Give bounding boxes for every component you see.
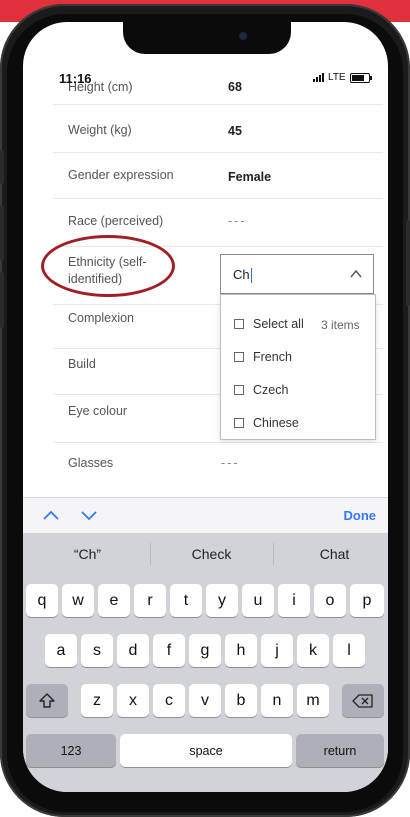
combobox-text: Ch bbox=[233, 267, 252, 284]
next-field-icon[interactable] bbox=[80, 508, 98, 522]
ethnicity-combobox-input[interactable]: Ch bbox=[220, 254, 374, 294]
network-label: LTE bbox=[328, 72, 346, 83]
highlight-circle bbox=[41, 235, 175, 297]
key-o[interactable]: o bbox=[314, 584, 346, 617]
glasses-value[interactable]: --- bbox=[221, 456, 240, 470]
key-s[interactable]: s bbox=[81, 634, 113, 667]
option-chinese[interactable]: Chinese bbox=[234, 416, 299, 430]
shift-key[interactable] bbox=[26, 684, 68, 717]
select-all-label: Select all bbox=[253, 317, 304, 331]
key-r[interactable]: r bbox=[134, 584, 166, 617]
status-indicators: LTE bbox=[313, 72, 372, 83]
ethnicity-dropdown-list: Select all 3 items French Czech Chinese bbox=[220, 294, 376, 440]
battery-icon bbox=[349, 72, 372, 83]
weight-value[interactable]: 45 bbox=[228, 124, 242, 138]
checkbox-french[interactable] bbox=[234, 352, 244, 362]
option-french[interactable]: French bbox=[234, 350, 292, 364]
suggestion-ch[interactable]: “Ch” bbox=[27, 533, 148, 575]
key-v[interactable]: v bbox=[189, 684, 221, 717]
key-d[interactable]: d bbox=[117, 634, 149, 667]
checkbox-czech[interactable] bbox=[234, 385, 244, 395]
return-key[interactable]: return bbox=[296, 734, 384, 767]
complexion-label: Complexion bbox=[68, 311, 135, 325]
eye-colour-label: Eye colour bbox=[68, 404, 128, 418]
signal-icon bbox=[313, 73, 324, 82]
gender-expression-label: Gender expression bbox=[68, 168, 174, 182]
key-x[interactable]: x bbox=[117, 684, 149, 717]
previous-field-icon[interactable] bbox=[42, 508, 60, 522]
key-l[interactable]: l bbox=[333, 634, 365, 667]
backspace-key[interactable] bbox=[342, 684, 384, 717]
checkbox-select-all[interactable] bbox=[234, 319, 244, 329]
chevron-up-icon[interactable] bbox=[349, 267, 363, 281]
race-label: Race (perceived) bbox=[68, 214, 164, 228]
items-count: 3 items bbox=[321, 318, 360, 332]
option-label: Czech bbox=[253, 383, 289, 397]
key-i[interactable]: i bbox=[278, 584, 310, 617]
done-button[interactable]: Done bbox=[344, 508, 377, 523]
key-h[interactable]: h bbox=[225, 634, 257, 667]
key-c[interactable]: c bbox=[153, 684, 185, 717]
notch bbox=[123, 22, 291, 54]
shift-icon bbox=[39, 692, 55, 708]
key-f[interactable]: f bbox=[153, 634, 185, 667]
checkbox-chinese[interactable] bbox=[234, 418, 244, 428]
mute-switch bbox=[0, 150, 4, 184]
glasses-row: Glasses --- bbox=[53, 442, 383, 492]
backspace-icon bbox=[352, 693, 373, 708]
height-value[interactable]: 68 bbox=[228, 80, 242, 94]
build-label: Build bbox=[68, 357, 96, 371]
suggestion-chat[interactable]: Chat bbox=[274, 533, 388, 575]
key-n[interactable]: n bbox=[261, 684, 293, 717]
race-value[interactable]: --- bbox=[228, 214, 247, 228]
key-u[interactable]: u bbox=[242, 584, 274, 617]
key-g[interactable]: g bbox=[189, 634, 221, 667]
phone-screen: Height (cm) 68 Weight (kg) 45 Gender exp… bbox=[23, 22, 388, 792]
gender-expression-value[interactable]: Female bbox=[228, 170, 271, 184]
key-y[interactable]: y bbox=[206, 584, 238, 617]
option-czech[interactable]: Czech bbox=[234, 383, 288, 397]
numbers-key[interactable]: 123 bbox=[26, 734, 116, 767]
key-t[interactable]: t bbox=[170, 584, 202, 617]
glasses-label: Glasses bbox=[68, 456, 114, 470]
keyboard-accessory-bar: Done bbox=[23, 497, 388, 534]
key-p[interactable]: p bbox=[350, 584, 384, 617]
option-label: French bbox=[253, 350, 292, 364]
volume-down-button bbox=[0, 272, 4, 328]
space-key[interactable]: space bbox=[120, 734, 292, 767]
weight-row: Weight (kg) 45 bbox=[53, 104, 383, 153]
key-z[interactable]: z bbox=[81, 684, 113, 717]
key-j[interactable]: j bbox=[261, 634, 293, 667]
option-label: Chinese bbox=[253, 416, 299, 430]
key-w[interactable]: w bbox=[62, 584, 94, 617]
suggestion-check[interactable]: Check bbox=[151, 533, 272, 575]
key-m[interactable]: m bbox=[297, 684, 329, 717]
key-b[interactable]: b bbox=[225, 684, 257, 717]
front-camera bbox=[239, 32, 247, 40]
key-e[interactable]: e bbox=[98, 584, 130, 617]
status-time: 11:16 bbox=[59, 71, 92, 86]
key-q[interactable]: q bbox=[26, 584, 58, 617]
weight-label: Weight (kg) bbox=[68, 123, 132, 137]
text-cursor bbox=[250, 268, 252, 284]
option-select-all[interactable]: Select all bbox=[234, 317, 304, 331]
key-k[interactable]: k bbox=[297, 634, 329, 667]
volume-up-button bbox=[0, 205, 4, 261]
gender-expression-row: Gender expression Female bbox=[53, 152, 383, 199]
key-a[interactable]: a bbox=[45, 634, 77, 667]
power-button bbox=[406, 220, 410, 306]
ios-keyboard: “Ch” Check Chat q w e r t y u i o p a s … bbox=[23, 533, 388, 792]
